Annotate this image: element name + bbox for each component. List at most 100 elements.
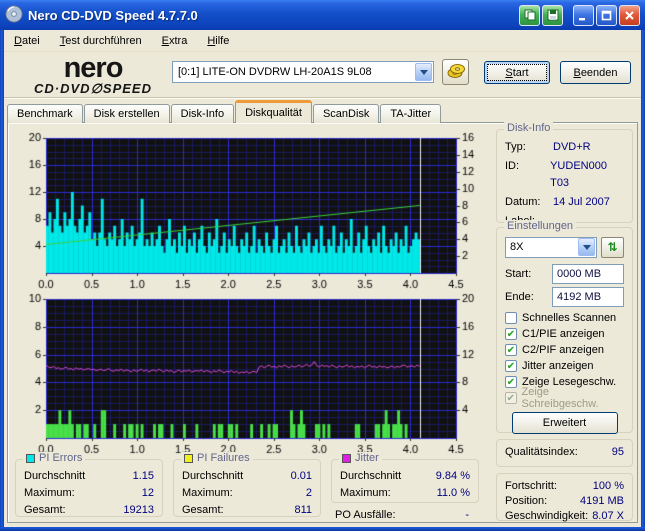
nero-logo-text: nero — [63, 52, 124, 84]
checkbox-label: C2/PIF anzeigen — [522, 344, 604, 356]
jitter-swatch-icon — [342, 453, 351, 463]
quality-index-value: 95 — [611, 446, 624, 458]
copy-to-clipboard-button[interactable] — [519, 4, 540, 26]
scan-speed-select[interactable]: 8X — [505, 236, 597, 258]
stat-label: Maximum: — [182, 487, 233, 499]
diskqualitaet-tab-page: PI Errors Durchschnitt 1.15 Maximum: 12 Ge… — [7, 122, 638, 523]
checkbox-icon[interactable]: ✔ — [505, 344, 517, 356]
checkbox-icon[interactable] — [505, 312, 517, 324]
disk-info-value: 14 Jul 2007 — [553, 196, 610, 208]
checkbox-icon: ✔ — [505, 392, 517, 404]
end-field-label: Ende: — [505, 291, 534, 303]
progress-label: Fortschritt: — [505, 480, 557, 492]
checkbox-zeige-schreibgeschw: ✔ Zeige Schreibgeschw. — [505, 386, 624, 410]
checkbox-schnelles-scannen[interactable]: Schnelles Scannen — [505, 310, 624, 326]
checkbox-label: C1/PIE anzeigen — [522, 328, 605, 340]
disk-info-value: YUDEN000 T03 — [550, 160, 607, 189]
quality-index-box: Qualitätsindex: 95 — [496, 439, 633, 467]
window-border-right — [641, 28, 645, 531]
checkbox-c2-pif-anzeigen[interactable]: ✔ C2/PIF anzeigen — [505, 342, 624, 358]
maximize-button[interactable] — [596, 4, 617, 26]
speed-value: 8.07 X — [592, 510, 624, 522]
pi-failures-swatch-icon — [184, 453, 193, 463]
menu-test-durchfuehren[interactable]: Test durchführen — [58, 33, 144, 49]
checkbox-label: Jitter anzeigen — [522, 360, 594, 372]
settings-title: Einstellungen — [504, 220, 577, 232]
stat-label: Durchschnitt — [24, 470, 86, 482]
start-button[interactable]: Start — [484, 61, 550, 84]
stat-value: 0.01 — [290, 470, 312, 482]
progress-value: 100 % — [592, 480, 624, 492]
pi-errors-stats-title: PI Errors — [39, 452, 83, 464]
checkbox-icon[interactable]: ✔ — [505, 376, 517, 388]
advanced-button[interactable]: Erweitert — [511, 412, 618, 434]
chevron-down-icon[interactable] — [415, 63, 432, 81]
po-failures-label: PO Ausfälle: — [335, 509, 396, 521]
menu-hilfe[interactable]: Hilfe — [205, 33, 231, 49]
title-bar[interactable]: Nero CD-DVD Speed 4.7.7.0 — [0, 0, 645, 30]
window-border-bottom — [0, 527, 645, 531]
stat-value: 9.84 % — [435, 470, 470, 482]
stat-value: 19213 — [123, 504, 154, 516]
pi-failures-stats-title: PI Failures — [197, 452, 250, 464]
app-icon — [5, 5, 23, 26]
quality-index-label: Qualitätsindex: — [505, 446, 578, 458]
pi-failures-stats-box: PI Failures Durchschnitt 0.01 Maximum: 2 G… — [173, 452, 321, 517]
pi-errors-swatch-icon — [26, 453, 35, 463]
disk-info-value: DVD+R — [553, 141, 591, 153]
jitter-stats-title: Jitter — [355, 452, 379, 464]
close-button[interactable] — [619, 4, 640, 26]
disk-info-title: Disk-Info — [504, 122, 554, 134]
position-label: Position: — [505, 495, 548, 507]
tab-ta-jitter[interactable]: TA-Jitter — [380, 104, 442, 123]
stat-label: Maximum: — [24, 487, 75, 499]
cdspeed-logo-text: CD·DVD∅SPEED — [34, 81, 152, 96]
exit-button[interactable]: Beenden — [560, 61, 631, 84]
chevron-down-icon[interactable] — [578, 238, 595, 256]
scan-speed-value: 8X — [510, 241, 524, 253]
window-title: Nero CD-DVD Speed 4.7.7.0 — [28, 7, 198, 23]
tab-scandisk[interactable]: ScanDisk — [312, 104, 380, 123]
checkbox-label: Zeige Schreibgeschw. — [521, 386, 599, 410]
save-screenshot-button[interactable] — [542, 4, 563, 26]
stat-label: Gesamt: — [24, 504, 66, 516]
drive-select[interactable]: [0:1] LITE-ON DVDRW LH-20A1S 9L08 — [172, 61, 434, 83]
menu-extra[interactable]: Extra — [160, 33, 190, 49]
nero-logo: nero CD·DVD∅SPEED — [18, 52, 168, 97]
position-value: 4191 MB — [579, 495, 624, 507]
checkbox-jitter-anzeigen[interactable]: ✔ Jitter anzeigen — [505, 358, 624, 374]
pi-failures-jitter-chart — [8, 293, 496, 458]
checkbox-icon[interactable]: ✔ — [505, 360, 517, 372]
checkbox-label: Schnelles Scannen — [522, 312, 617, 324]
tab-disk-info[interactable]: Disk-Info — [170, 104, 235, 123]
stat-label: Durchschnitt — [340, 470, 402, 482]
disk-info-label: Typ: — [505, 141, 526, 153]
tab-benchmark[interactable]: Benchmark — [7, 104, 83, 123]
start-position-field[interactable] — [552, 264, 624, 284]
speed-label: Geschwindigkeit: — [505, 510, 589, 522]
checkbox-c1-pie-anzeigen[interactable]: ✔ C1/PIE anzeigen — [505, 326, 624, 342]
menu-bar: Datei Test durchführen Extra Hilfe — [4, 30, 641, 52]
tab-diskqualitaet[interactable]: Diskqualität — [235, 100, 312, 123]
po-failures-row: PO Ausfälle: - — [331, 509, 479, 521]
end-position-field[interactable] — [552, 287, 624, 307]
disk-info-label: Datum: — [505, 196, 541, 208]
pi-errors-chart — [8, 132, 496, 293]
disk-info-box: Disk-Info Typ: DVD+R ID: YUDEN000 T03 Datu… — [496, 122, 633, 227]
minimize-button[interactable] — [573, 4, 594, 26]
settings-box: Einstellungen 8X ⇅ Start: Ende: — [496, 220, 633, 434]
pi-errors-stats-box: PI Errors Durchschnitt 1.15 Maximum: 12 Ge… — [15, 452, 163, 517]
tab-disk-erstellen[interactable]: Disk erstellen — [83, 104, 170, 123]
checkbox-icon[interactable]: ✔ — [505, 328, 517, 340]
eject-disc-button[interactable] — [442, 59, 469, 85]
stat-value: 11.0 % — [436, 487, 470, 499]
stat-value: 12 — [141, 487, 154, 499]
stat-value: 2 — [305, 487, 312, 499]
po-failures-value: - — [465, 509, 469, 521]
refresh-button[interactable]: ⇅ — [601, 236, 624, 258]
menu-datei[interactable]: Datei — [12, 33, 42, 49]
jitter-stats-box: Jitter Durchschnitt 9.84 % Maximum: 11.0 % — [331, 452, 479, 503]
stat-label: Gesamt: — [182, 504, 224, 516]
toolbar-divider — [4, 97, 641, 99]
stat-value: 1.15 — [132, 470, 154, 482]
